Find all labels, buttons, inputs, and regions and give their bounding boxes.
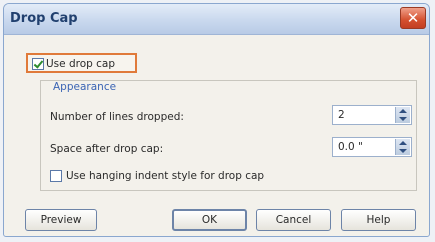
appearance-group: Appearance Number of lines dropped: 2 Sp… [40,80,417,191]
checkbox-checked-icon[interactable] [32,58,44,70]
spin-down-icon[interactable] [399,149,407,153]
ok-button[interactable]: OK [172,209,247,231]
space-after-spinbox[interactable]: 0.0 " [332,137,412,157]
appearance-group-title: Appearance [51,81,119,93]
drop-cap-dialog: Drop Cap ✕ Use drop cap Appearance Numbe… [3,3,430,237]
cancel-button[interactable]: Cancel [256,209,331,231]
space-after-label: Space after drop cap: [50,143,164,155]
dialog-title: Drop Cap [10,11,78,26]
spin-up-icon[interactable] [399,109,407,113]
lines-dropped-label: Number of lines dropped: [50,111,184,123]
hanging-indent-label: Use hanging indent style for drop cap [66,170,265,182]
checkbox-unchecked-icon[interactable] [50,170,62,182]
spin-arrows[interactable] [395,107,410,123]
spin-up-icon[interactable] [399,141,407,145]
close-icon: ✕ [406,9,420,27]
lines-dropped-value: 2 [338,109,345,121]
use-drop-cap-label: Use drop cap [46,58,116,70]
space-after-value: 0.0 " [338,141,363,153]
lines-dropped-spinbox[interactable]: 2 [332,105,412,125]
title-bar: Drop Cap ✕ [4,4,429,35]
use-drop-cap-checkbox[interactable]: Use drop cap [26,53,137,73]
help-button[interactable]: Help [341,209,416,231]
hanging-indent-checkbox[interactable]: Use hanging indent style for drop cap [50,169,264,182]
close-button[interactable]: ✕ [400,7,426,29]
spin-down-icon[interactable] [399,117,407,121]
spin-arrows[interactable] [395,139,410,155]
preview-button[interactable]: Preview [25,209,97,231]
